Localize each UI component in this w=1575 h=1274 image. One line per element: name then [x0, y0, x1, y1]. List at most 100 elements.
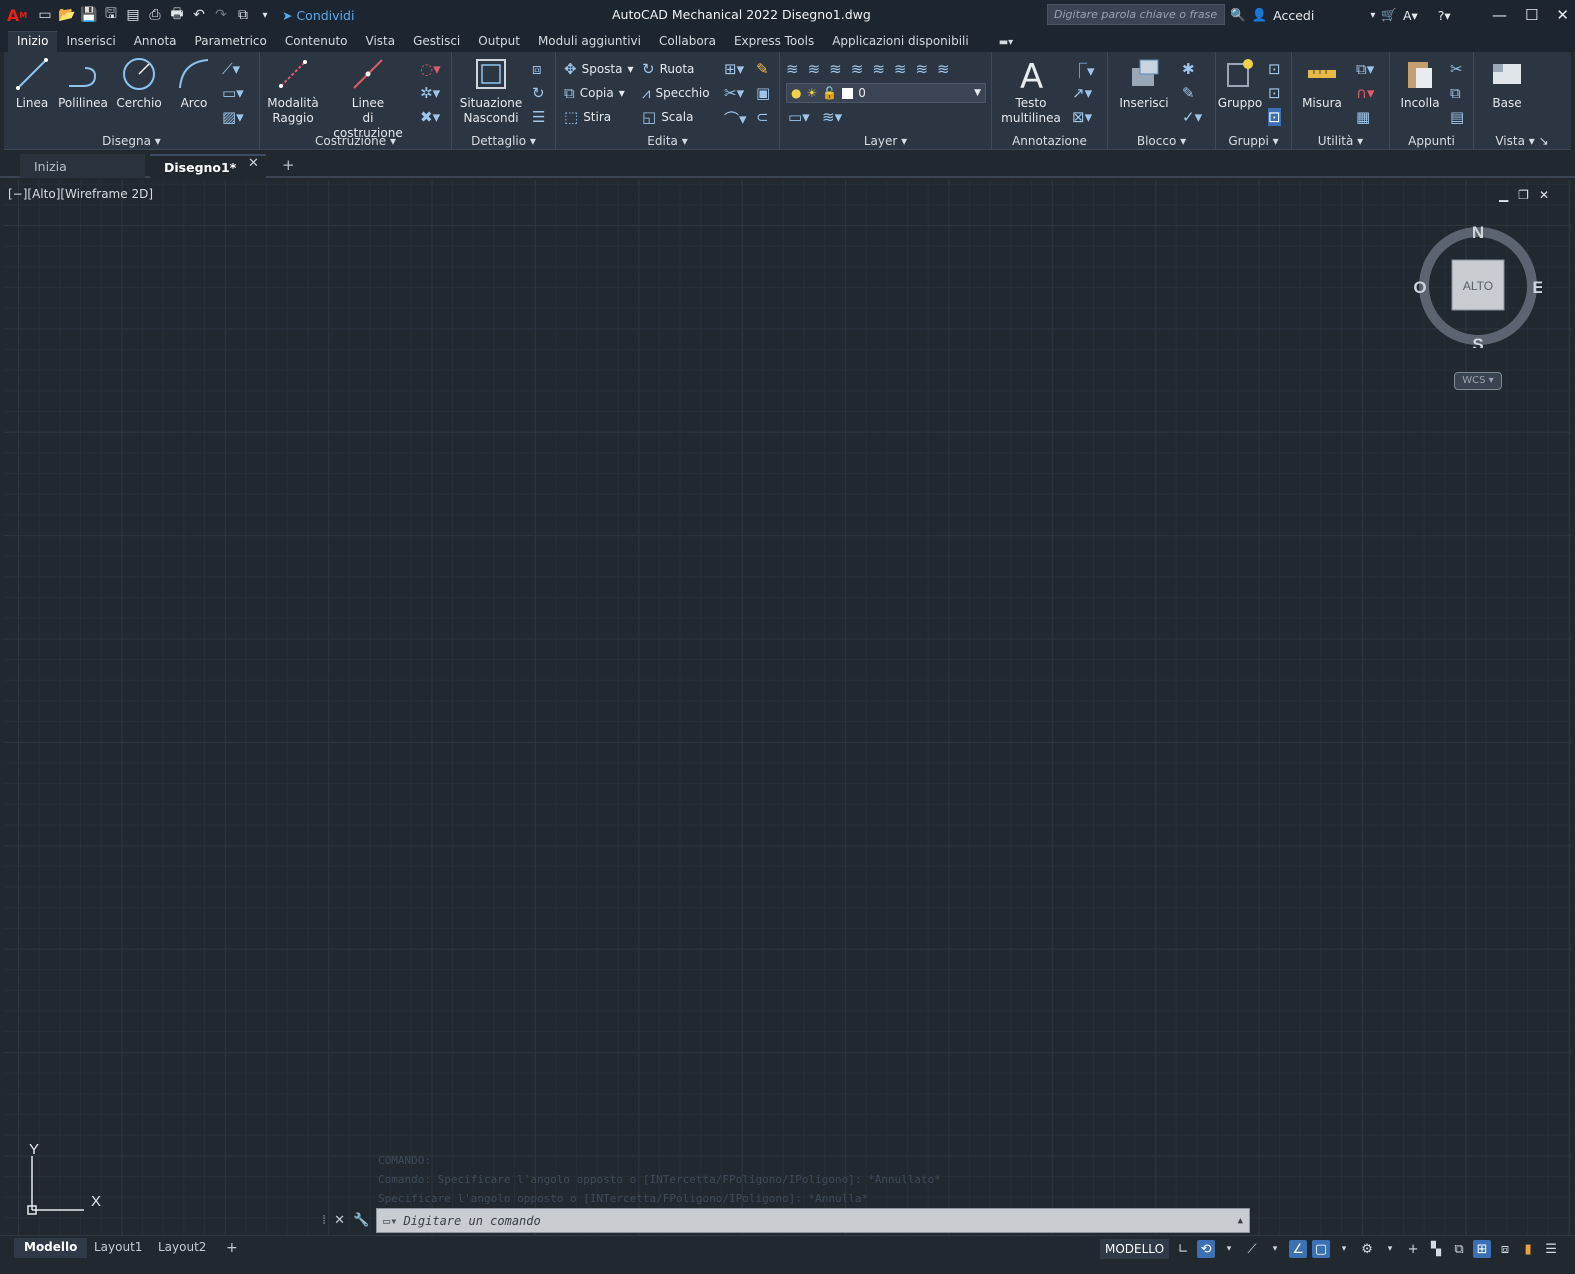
- group-edit-icon[interactable]: ⊡: [1268, 84, 1281, 102]
- command-customize-icon[interactable]: 🔧: [353, 1213, 369, 1228]
- viewcube-south[interactable]: S: [1472, 335, 1483, 348]
- panel-title-disegna[interactable]: Disegna ▾: [4, 134, 259, 148]
- layer-state-icon[interactable]: ≋▾: [822, 108, 842, 126]
- mirror-button[interactable]: ⩘ Specchio: [642, 84, 710, 102]
- panel-title-appunti[interactable]: Appunti: [1390, 134, 1473, 148]
- move-button[interactable]: ✥ Sposta ▾: [564, 60, 634, 78]
- hardware-acceleration-icon[interactable]: ▮: [1519, 1240, 1537, 1258]
- viewcube-north[interactable]: N: [1472, 223, 1484, 242]
- drawing-canvas[interactable]: [−][Alto][Wireframe 2D] ▁ ❐ ✕ ALTO N S E…: [4, 180, 1571, 1235]
- new-file-icon[interactable]: ▭: [34, 4, 56, 26]
- tab-output[interactable]: Output: [469, 32, 529, 52]
- model-space-button[interactable]: MODELLO: [1100, 1239, 1170, 1259]
- panel-title-annotazione[interactable]: Annotazione: [992, 134, 1107, 148]
- edit-block-icon[interactable]: ✎: [1182, 84, 1195, 102]
- paste-button[interactable]: Incolla: [1394, 56, 1446, 111]
- autodesk-account-icon[interactable]: A▾: [1403, 8, 1418, 23]
- mtext-button[interactable]: A Testo multilinea: [996, 56, 1066, 126]
- print-icon[interactable]: 🖶: [166, 4, 188, 26]
- erase-icon[interactable]: ✎: [756, 60, 769, 78]
- search-input[interactable]: Digitare parola chiave o frase: [1047, 4, 1225, 25]
- tab-applicazioni-disponibili[interactable]: Applicazioni disponibili: [823, 32, 978, 52]
- command-line-close-icon[interactable]: ✕: [334, 1213, 345, 1228]
- fillet-icon[interactable]: ⌒▾: [724, 108, 747, 129]
- explode-icon[interactable]: ▣: [756, 84, 770, 102]
- save-icon[interactable]: 💾: [78, 4, 100, 26]
- copy-button[interactable]: ⧉ Copia ▾: [564, 84, 625, 102]
- construction-gear-icon[interactable]: ✲▾: [420, 84, 440, 102]
- undo-icon[interactable]: ↶: [188, 4, 210, 26]
- magnet-icon[interactable]: ∩▾: [1356, 84, 1375, 102]
- layout-tab-layout2[interactable]: Layout2: [148, 1238, 216, 1258]
- settings-gear-icon[interactable]: ⚙: [1358, 1240, 1376, 1258]
- table-icon[interactable]: ⊠▾: [1072, 108, 1092, 126]
- layer-dropdown[interactable]: ● ☀ 🔓 0 ▼: [786, 83, 986, 103]
- layout-tab-model[interactable]: Modello: [14, 1238, 88, 1258]
- layer-freeze-icon[interactable]: ≋: [872, 60, 885, 78]
- polyline-button[interactable]: Polilinea: [58, 56, 108, 111]
- close-tab-icon[interactable]: ✕: [248, 156, 259, 171]
- group-select-icon[interactable]: ⊡: [1268, 108, 1281, 126]
- ungroup-icon[interactable]: ⊡: [1268, 60, 1281, 78]
- isometric-icon[interactable]: ∠: [1289, 1240, 1308, 1258]
- customize-dropdown-icon[interactable]: ▾: [254, 4, 276, 26]
- autocad-logo-icon[interactable]: AM: [0, 0, 34, 30]
- tab-gestisci[interactable]: Gestisci: [404, 32, 469, 52]
- gear-dropdown-icon[interactable]: ▾: [1381, 1240, 1399, 1258]
- layer-properties-icon[interactable]: ≋: [786, 60, 799, 78]
- command-history-toggle-icon[interactable]: ▲: [1238, 1216, 1243, 1226]
- group-button[interactable]: Gruppo: [1218, 56, 1262, 111]
- signin-dropdown-icon[interactable]: ▾: [1370, 10, 1375, 21]
- command-input[interactable]: ▭▾ Digitare un comando ▲: [376, 1208, 1250, 1233]
- layer-match-icon[interactable]: ≋: [808, 60, 821, 78]
- hatch-icon[interactable]: ▨▾: [222, 108, 244, 126]
- viewport-controls-label[interactable]: [−][Alto][Wireframe 2D]: [8, 187, 153, 201]
- new-tab-icon[interactable]: +: [282, 156, 295, 174]
- viewport-close-icon[interactable]: ✕: [1539, 188, 1549, 202]
- base-view-button[interactable]: Base: [1482, 56, 1532, 111]
- quick-select-icon[interactable]: ⧉▾: [1356, 60, 1374, 78]
- grid-snap-icon[interactable]: ∟: [1174, 1240, 1192, 1258]
- tab-inizio[interactable]: Inizio: [8, 31, 58, 52]
- layer-previous-icon[interactable]: ≋: [829, 60, 842, 78]
- crosshair-icon[interactable]: +: [1404, 1240, 1422, 1258]
- block-attributes-icon[interactable]: ✓▾: [1182, 108, 1202, 126]
- tab-express-tools[interactable]: Express Tools: [725, 32, 823, 52]
- offset-icon[interactable]: ⊂: [756, 108, 769, 126]
- panel-title-utilita[interactable]: Utilità ▾: [1292, 134, 1389, 148]
- circle-button[interactable]: Cerchio: [116, 56, 162, 111]
- layer-lock-icon[interactable]: ≋: [915, 60, 928, 78]
- tab-inserisci[interactable]: Inserisci: [57, 32, 124, 52]
- layer-off-icon[interactable]: ≋: [894, 60, 907, 78]
- panel-title-vista[interactable]: Vista ▾ ↘: [1474, 134, 1570, 148]
- polar-tracking-icon[interactable]: ⟋: [1243, 1240, 1261, 1258]
- workspace-icon[interactable]: ⧉: [232, 4, 254, 26]
- object-snap-icon[interactable]: ▢: [1312, 1240, 1331, 1258]
- array-icon[interactable]: ⊞▾: [724, 60, 744, 78]
- minimize-icon[interactable]: —: [1492, 6, 1507, 24]
- layer-unlock-icon[interactable]: ≋: [937, 60, 950, 78]
- layout-tab-layout1[interactable]: Layout1: [84, 1238, 152, 1258]
- dynamic-input-icon[interactable]: ⟲: [1197, 1240, 1216, 1258]
- trim-icon[interactable]: ✂▾: [724, 84, 744, 102]
- arc-button[interactable]: Arco: [174, 56, 214, 111]
- ribbon-toggle-icon[interactable]: ▬▾: [990, 35, 1022, 52]
- match-properties-icon[interactable]: ▤: [1450, 108, 1464, 126]
- construction-line-icon[interactable]: ⟋▾: [222, 60, 240, 78]
- tab-annota[interactable]: Annota: [125, 32, 186, 52]
- hide-situation-button[interactable]: Situazione Nascondi: [460, 56, 522, 126]
- open-folder-icon[interactable]: 📂: [56, 4, 78, 26]
- scale-button[interactable]: ◱ Scala: [642, 108, 693, 126]
- share-button[interactable]: ➤ Condividi: [282, 8, 354, 23]
- viewport-minimize-icon[interactable]: ▁: [1499, 188, 1508, 202]
- construction-erase-icon[interactable]: ✖▾: [420, 108, 440, 126]
- units-icon[interactable]: ⊞: [1473, 1240, 1492, 1258]
- panel-title-blocco[interactable]: Blocco ▾: [1108, 134, 1215, 148]
- panel-title-gruppi[interactable]: Gruppi ▾: [1216, 134, 1291, 148]
- plot-icon[interactable]: ⎙: [144, 4, 166, 26]
- command-prompt-icon[interactable]: ▭▾: [383, 1214, 397, 1228]
- dimension-icon[interactable]: ↗▾: [1072, 84, 1092, 102]
- tab-parametrico[interactable]: Parametrico: [186, 32, 276, 52]
- measure-button[interactable]: Misura: [1296, 56, 1348, 111]
- panel-title-layer[interactable]: Layer ▾: [780, 134, 991, 148]
